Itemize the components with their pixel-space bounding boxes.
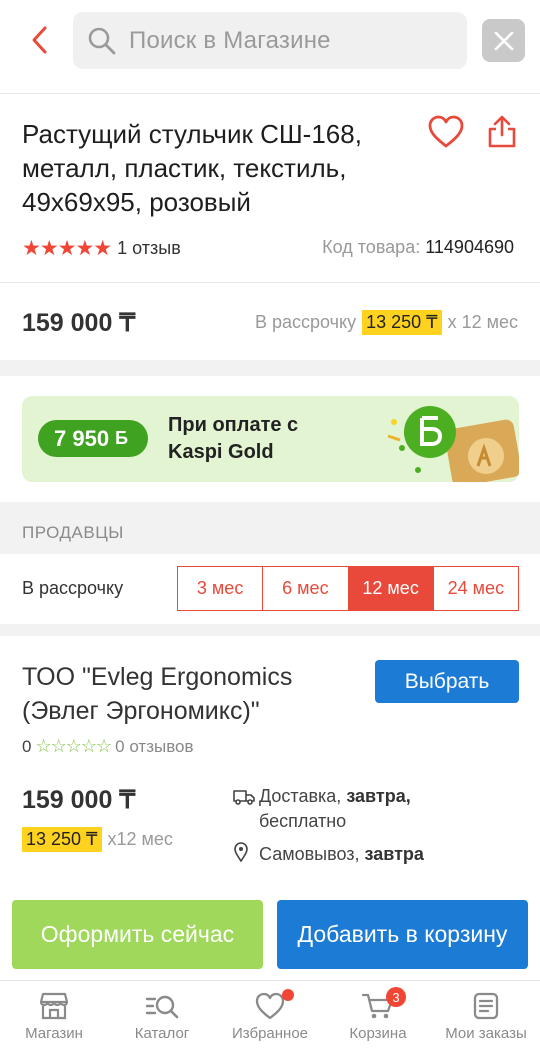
favorites-indicator-dot [282, 989, 294, 1001]
tab-3-months[interactable]: 3 мес [178, 567, 264, 610]
installment-selector-label: В рассрочку [22, 578, 124, 598]
tab-6-months[interactable]: 6 мес [263, 567, 349, 610]
delivery-cost: бесплатно [259, 811, 347, 831]
clear-search-button[interactable] [482, 19, 525, 62]
pickup-label: Самовывоз, [259, 844, 360, 864]
installment-info: В рассрочку 13 250 ₸ x 12 мес [255, 310, 518, 335]
kaspi-gold-card-icon [387, 406, 519, 482]
nav-item-shop[interactable]: Магазин [0, 981, 108, 1052]
nav-label-orders: Мои заказы [445, 1025, 527, 1042]
kaspi-gold-line2: Kaspi Gold [168, 441, 274, 463]
add-to-cart-button[interactable]: Добавить в корзину [277, 900, 528, 969]
orders-icon [473, 992, 499, 1020]
sku-value: 114904690 [425, 237, 514, 257]
price-bar: 159 000 ₸ В рассрочку 13 250 ₸ x 12 мес [0, 284, 540, 360]
seller-price: 159 000 ₸ [22, 786, 136, 814]
location-pin-icon [234, 842, 248, 863]
nav-item-orders[interactable]: Мои заказы [432, 981, 540, 1052]
search-placeholder: Поиск в Магазине [129, 26, 331, 54]
delivery-label: Доставка, [259, 786, 342, 806]
action-bar: Оформить сейчас Добавить в корзину [0, 886, 540, 980]
top-bar: Поиск в Магазине [0, 0, 540, 94]
seller-card: ТОО "Evleg Ergonomics (Эвлег Эргономикс)… [0, 636, 540, 886]
sku-label: Код товара: [322, 237, 421, 257]
buy-now-button[interactable]: Оформить сейчас [12, 900, 263, 969]
bonus-badge: 7 950 Б [38, 420, 148, 457]
seller-installment-term: x12 мес [107, 829, 173, 849]
delivery-when: завтра, [346, 786, 411, 806]
installment-term: x 12 мес [447, 312, 518, 332]
seller-rating-value: 0 [22, 736, 32, 756]
reviews-link[interactable]: 1 отзыв [117, 238, 181, 259]
nav-label-shop: Магазин [25, 1025, 83, 1042]
installment-amount: 13 250 ₸ [362, 310, 442, 335]
shop-icon [39, 992, 69, 1020]
divider [0, 624, 540, 636]
search-icon [88, 27, 116, 54]
kaspi-gold-text: При оплате с Kaspi Gold [168, 412, 298, 466]
seller-rating-stars: ☆☆☆☆☆ [35, 736, 112, 756]
tab-12-months[interactable]: 12 мес [348, 567, 434, 610]
pickup-info: Самовывоз, завтра [233, 842, 424, 867]
share-icon [488, 115, 516, 148]
seller-reviews: 0 отзывов [115, 736, 194, 756]
bottom-nav: Магазин Каталог Избранное 3 Корзина Мои … [0, 980, 540, 1052]
kaspi-gold-line1: При оплате с [168, 414, 299, 436]
close-icon [494, 31, 513, 50]
divider [0, 360, 540, 376]
nav-item-favorites[interactable]: Избранное [216, 981, 324, 1052]
catalog-icon [145, 995, 179, 1019]
search-input[interactable]: Поиск в Магазине [73, 12, 467, 69]
nav-label-favorites: Избранное [231, 1025, 309, 1042]
truck-icon [233, 790, 255, 805]
tab-24-months[interactable]: 24 мес [434, 567, 518, 610]
favorite-button[interactable] [427, 115, 465, 154]
sellers-title: ПРОДАВЦЫ [22, 523, 124, 542]
sellers-header: ПРОДАВЦЫ [0, 502, 540, 554]
nav-item-catalog[interactable]: Каталог [108, 981, 216, 1052]
seller-rating[interactable]: 0 ☆☆☆☆☆ 0 отзывов [22, 736, 194, 757]
installment-selector: В рассрочку 3 мес 6 мес 12 мес 24 мес [0, 554, 540, 624]
chevron-left-icon [32, 26, 47, 54]
product-sku: Код товара: 114904690 [322, 237, 514, 258]
bonus-amount: 7 950 [54, 425, 110, 451]
delivery-info: Доставка, завтра, бесплатно [233, 784, 411, 834]
seller-installment-amount: 13 250 ₸ [22, 827, 102, 852]
choose-seller-button[interactable]: Выбрать [375, 660, 519, 703]
seller-name[interactable]: ТОО "Evleg Ergonomics (Эвлег Эргономикс)… [22, 660, 352, 728]
heart-icon [428, 115, 464, 148]
cart-count-badge: 3 [386, 987, 406, 1007]
nav-item-cart[interactable]: 3 Корзина [324, 981, 432, 1052]
share-button[interactable] [486, 115, 518, 154]
nav-label-cart: Корзина [349, 1025, 407, 1042]
kaspi-gold-section: 7 950 Б При оплате с Kaspi Gold [0, 376, 540, 502]
nav-label-catalog: Каталог [134, 1025, 190, 1042]
back-button[interactable] [22, 22, 58, 58]
bonus-symbol: Б [115, 428, 128, 448]
product-title: Растущий стульчик СШ-168, металл, пласти… [22, 119, 362, 217]
rating-stars: ★★★★★ [22, 237, 112, 260]
product-rating[interactable]: ★★★★★ 1 отзыв [22, 236, 181, 261]
pickup-when: завтра [364, 844, 424, 864]
kaspi-gold-banner[interactable]: 7 950 Б При оплате с Kaspi Gold [22, 396, 519, 482]
installment-tabs: 3 мес 6 мес 12 мес 24 мес [177, 566, 519, 611]
installment-label: В рассрочку [254, 312, 357, 332]
product-header: Растущий стульчик СШ-168, металл, пласти… [0, 95, 540, 283]
seller-installment: 13 250 ₸ x12 мес [22, 827, 173, 852]
product-price: 159 000 ₸ [22, 309, 136, 337]
